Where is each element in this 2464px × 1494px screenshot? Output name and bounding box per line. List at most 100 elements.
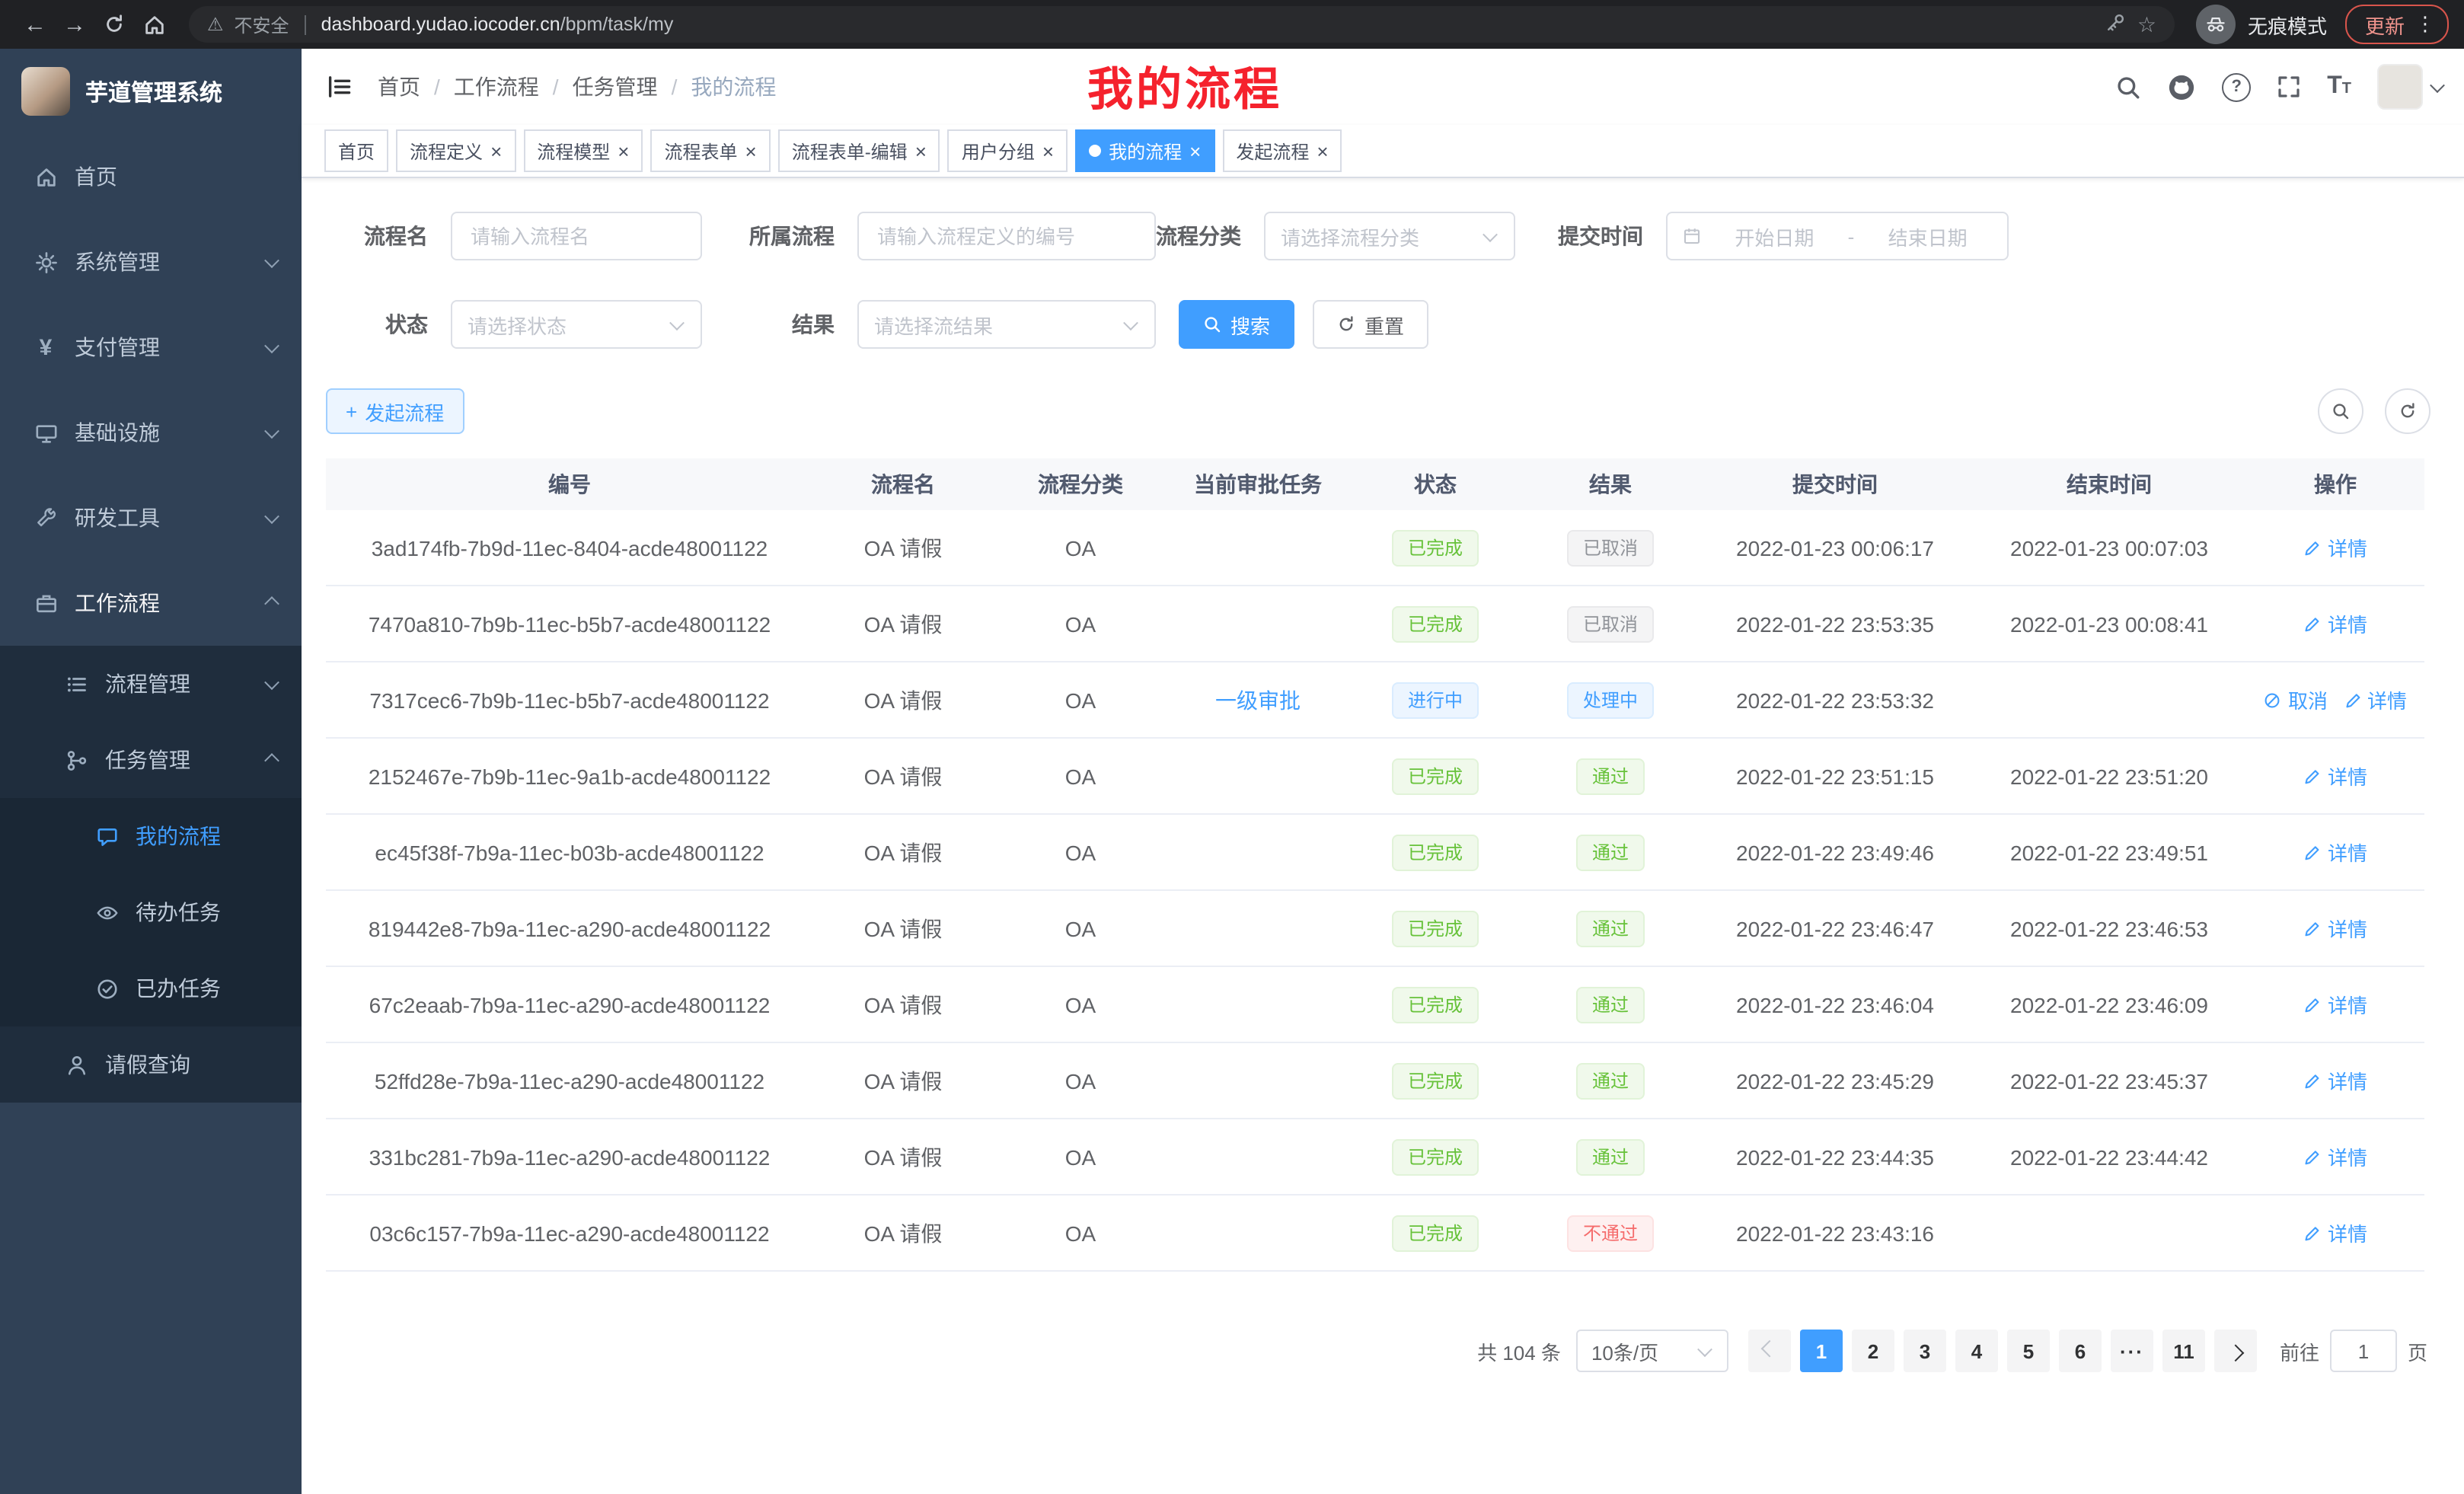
sidebar-item-task-management[interactable]: 任务管理 — [0, 722, 302, 798]
search-icon[interactable] — [2115, 74, 2141, 100]
page-button[interactable]: 1 — [1800, 1330, 1843, 1372]
page-button[interactable]: 4 — [1955, 1330, 1998, 1372]
browser-home-icon[interactable] — [134, 13, 174, 36]
github-icon[interactable] — [2167, 72, 2196, 101]
tab-close-icon[interactable]: × — [490, 141, 502, 161]
forward-icon[interactable]: → — [55, 11, 94, 37]
cell-status: 已完成 — [1348, 1119, 1523, 1194]
create-process-button[interactable]: +发起流程 — [326, 388, 464, 434]
reset-button[interactable]: 重置 — [1313, 300, 1428, 349]
back-icon[interactable]: ← — [15, 11, 55, 37]
page-button[interactable]: 6 — [2059, 1330, 2102, 1372]
column-header: 提交时间 — [1698, 458, 1972, 510]
sidebar-item-payment[interactable]: ¥ 支付管理 — [0, 305, 302, 390]
refresh-table-button[interactable] — [2385, 388, 2430, 434]
font-size-icon[interactable]: TT — [2327, 75, 2351, 99]
filter-row-1: 流程名 所属流程 流程分类 请选择流程分类 提交时间 开始日期 - 结束日期 — [326, 212, 2440, 260]
reload-icon[interactable] — [94, 14, 134, 35]
tab-label: 用户分组 — [962, 138, 1035, 164]
browser-update-button[interactable]: 更新 ⋮ — [2345, 5, 2449, 44]
detail-button[interactable]: 详情 — [2303, 838, 2367, 867]
breadcrumb-item[interactable]: 工作流程 — [454, 72, 539, 102]
tab[interactable]: 用户分组 × — [948, 129, 1068, 172]
sidebar-item-home[interactable]: 首页 — [0, 134, 302, 219]
breadcrumb-item[interactable]: 我的流程 — [691, 72, 776, 102]
browser-menu-icon[interactable]: ⋮ — [2415, 12, 2435, 37]
submit-time-range[interactable]: 开始日期 - 结束日期 — [1666, 212, 2009, 260]
sidebar-item-label: 已办任务 — [136, 973, 277, 1004]
edit-icon — [2303, 1224, 2322, 1242]
tab[interactable]: 流程表单-编辑 × — [778, 129, 940, 172]
search-button-label: 搜索 — [1230, 310, 1270, 339]
detail-button[interactable]: 详情 — [2303, 1218, 2367, 1247]
sidebar-item-todo-tasks[interactable]: 待办任务 — [0, 874, 302, 950]
sidebar-item-infrastructure[interactable]: 基础设施 — [0, 390, 302, 475]
breadcrumb-item[interactable]: 首页 — [378, 72, 420, 102]
sidebar-item-system[interactable]: 系统管理 — [0, 219, 302, 305]
tab-close-icon[interactable]: × — [915, 141, 927, 161]
cell-operations: 取消 详情 — [2246, 739, 2424, 813]
tab[interactable]: 首页 × — [324, 129, 388, 172]
result-select[interactable]: 请选择流结果 — [857, 300, 1156, 349]
password-key-icon[interactable] — [2105, 11, 2127, 37]
tab-close-icon[interactable]: × — [1042, 141, 1054, 161]
sidebar-item-devtools[interactable]: 研发工具 — [0, 475, 302, 560]
show-search-button[interactable] — [2318, 388, 2363, 434]
help-icon[interactable]: ? — [2222, 72, 2251, 101]
detail-button[interactable]: 详情 — [2303, 990, 2367, 1019]
breadcrumb-item[interactable]: 任务管理 — [573, 72, 658, 102]
sidebar-toggle-icon[interactable] — [326, 73, 353, 101]
prev-page-button[interactable] — [1748, 1330, 1791, 1372]
sidebar-item-leave-query[interactable]: 请假查询 — [0, 1026, 302, 1103]
table-row: 67c2eaab-7b9a-11ec-a290-acde48001122 OA … — [326, 967, 2424, 1043]
main-area: /首页/工作流程/任务管理/我的流程 我的流程 ? TT 首页 × — [302, 49, 2464, 1494]
detail-button[interactable]: 详情 — [2303, 609, 2367, 638]
sidebar-item-process-management[interactable]: 流程管理 — [0, 646, 302, 722]
sidebar-item-done-tasks[interactable]: 已办任务 — [0, 950, 302, 1026]
page-size-select[interactable]: 10条/页 — [1576, 1330, 1728, 1372]
process-name-field[interactable] — [451, 212, 702, 260]
start-date-placeholder[interactable]: 开始日期 — [1710, 222, 1839, 251]
sidebar-item-workflow[interactable]: 工作流程 — [0, 560, 302, 646]
address-bar[interactable]: ⚠ 不安全 dashboard.yudao.iocoder.cn/bpm/tas… — [189, 6, 2175, 43]
detail-button[interactable]: 详情 — [2303, 1066, 2367, 1095]
next-page-button[interactable] — [2214, 1330, 2257, 1372]
detail-button[interactable]: 详情 — [2303, 914, 2367, 943]
bookmark-star-icon[interactable]: ☆ — [2137, 11, 2156, 37]
tab-close-icon[interactable]: × — [618, 141, 629, 161]
tab[interactable]: 流程模型 × — [523, 129, 643, 172]
app-header: /首页/工作流程/任务管理/我的流程 我的流程 ? TT — [302, 49, 2464, 125]
tab[interactable]: 发起流程 × — [1222, 129, 1342, 172]
detail-button[interactable]: 详情 — [2303, 1142, 2367, 1171]
goto-page-input[interactable] — [2330, 1330, 2397, 1372]
tab-close-icon[interactable]: × — [1317, 141, 1328, 161]
page-button[interactable]: 3 — [1904, 1330, 1946, 1372]
tab[interactable]: 流程表单 × — [650, 129, 770, 172]
sidebar-item-my-process[interactable]: 我的流程 — [0, 798, 302, 874]
current-task-link[interactable]: 一级审批 — [1215, 685, 1301, 715]
search-button[interactable]: 搜索 — [1179, 300, 1294, 349]
fullscreen-icon[interactable] — [2277, 75, 2301, 99]
process-def-input[interactable] — [874, 223, 1139, 249]
chevron-up-icon — [264, 595, 279, 611]
cancel-button[interactable]: 取消 — [2264, 685, 2328, 714]
process-name-input[interactable] — [468, 223, 685, 249]
tab[interactable]: 我的流程 × — [1075, 129, 1214, 172]
detail-button[interactable]: 详情 — [2303, 761, 2367, 790]
user-menu[interactable] — [2377, 64, 2443, 110]
page-button[interactable]: 5 — [2007, 1330, 2050, 1372]
tab[interactable]: 流程定义 × — [396, 129, 515, 172]
page-button[interactable]: ··· — [2111, 1330, 2153, 1372]
detail-button[interactable]: 详情 — [2303, 533, 2367, 562]
cell-end-time: 2022-01-22 23:49:51 — [1972, 815, 2246, 889]
category-placeholder: 请选择流程分类 — [1281, 222, 1476, 251]
detail-button[interactable]: 详情 — [2343, 685, 2407, 714]
process-def-field[interactable] — [857, 212, 1156, 260]
category-select[interactable]: 请选择流程分类 — [1264, 212, 1515, 260]
page-button[interactable]: 11 — [2162, 1330, 2205, 1372]
tab-close-icon[interactable]: × — [1189, 141, 1201, 161]
status-select[interactable]: 请选择状态 — [451, 300, 702, 349]
tab-close-icon[interactable]: × — [745, 141, 757, 161]
page-button[interactable]: 2 — [1852, 1330, 1894, 1372]
end-date-placeholder[interactable]: 结束日期 — [1863, 222, 1992, 251]
